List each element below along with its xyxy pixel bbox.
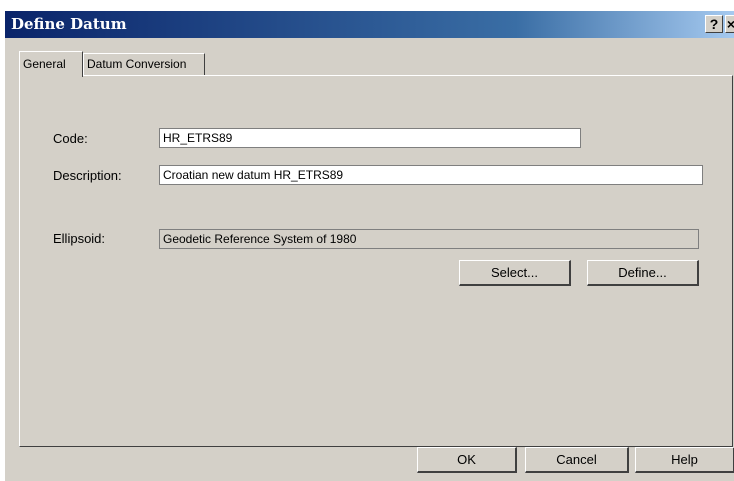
define-datum-dialog: Define Datum ? × General Datum Conversio… <box>4 10 734 481</box>
help-icon[interactable]: ? <box>705 15 723 33</box>
ok-button[interactable]: OK <box>417 447 517 473</box>
description-input[interactable]: Croatian new datum HR_ETRS89 <box>159 165 703 185</box>
ellipsoid-label: Ellipsoid: <box>53 231 106 246</box>
select-button[interactable]: Select... <box>459 260 571 286</box>
close-icon[interactable]: × <box>725 15 734 33</box>
help-button[interactable]: Help <box>635 447 734 473</box>
code-input[interactable]: HR_ETRS89 <box>159 128 581 148</box>
window-title: Define Datum <box>11 15 127 33</box>
description-label: Description: <box>53 168 122 183</box>
tab-datum-conversion[interactable]: Datum Conversion <box>83 53 205 75</box>
code-label: Code: <box>53 131 88 146</box>
tab-general[interactable]: General <box>19 51 83 77</box>
title-bar[interactable]: Define Datum ? × <box>5 11 734 38</box>
ellipsoid-field: Geodetic Reference System of 1980 <box>159 229 699 249</box>
define-button[interactable]: Define... <box>587 260 699 286</box>
cancel-button[interactable]: Cancel <box>525 447 629 473</box>
